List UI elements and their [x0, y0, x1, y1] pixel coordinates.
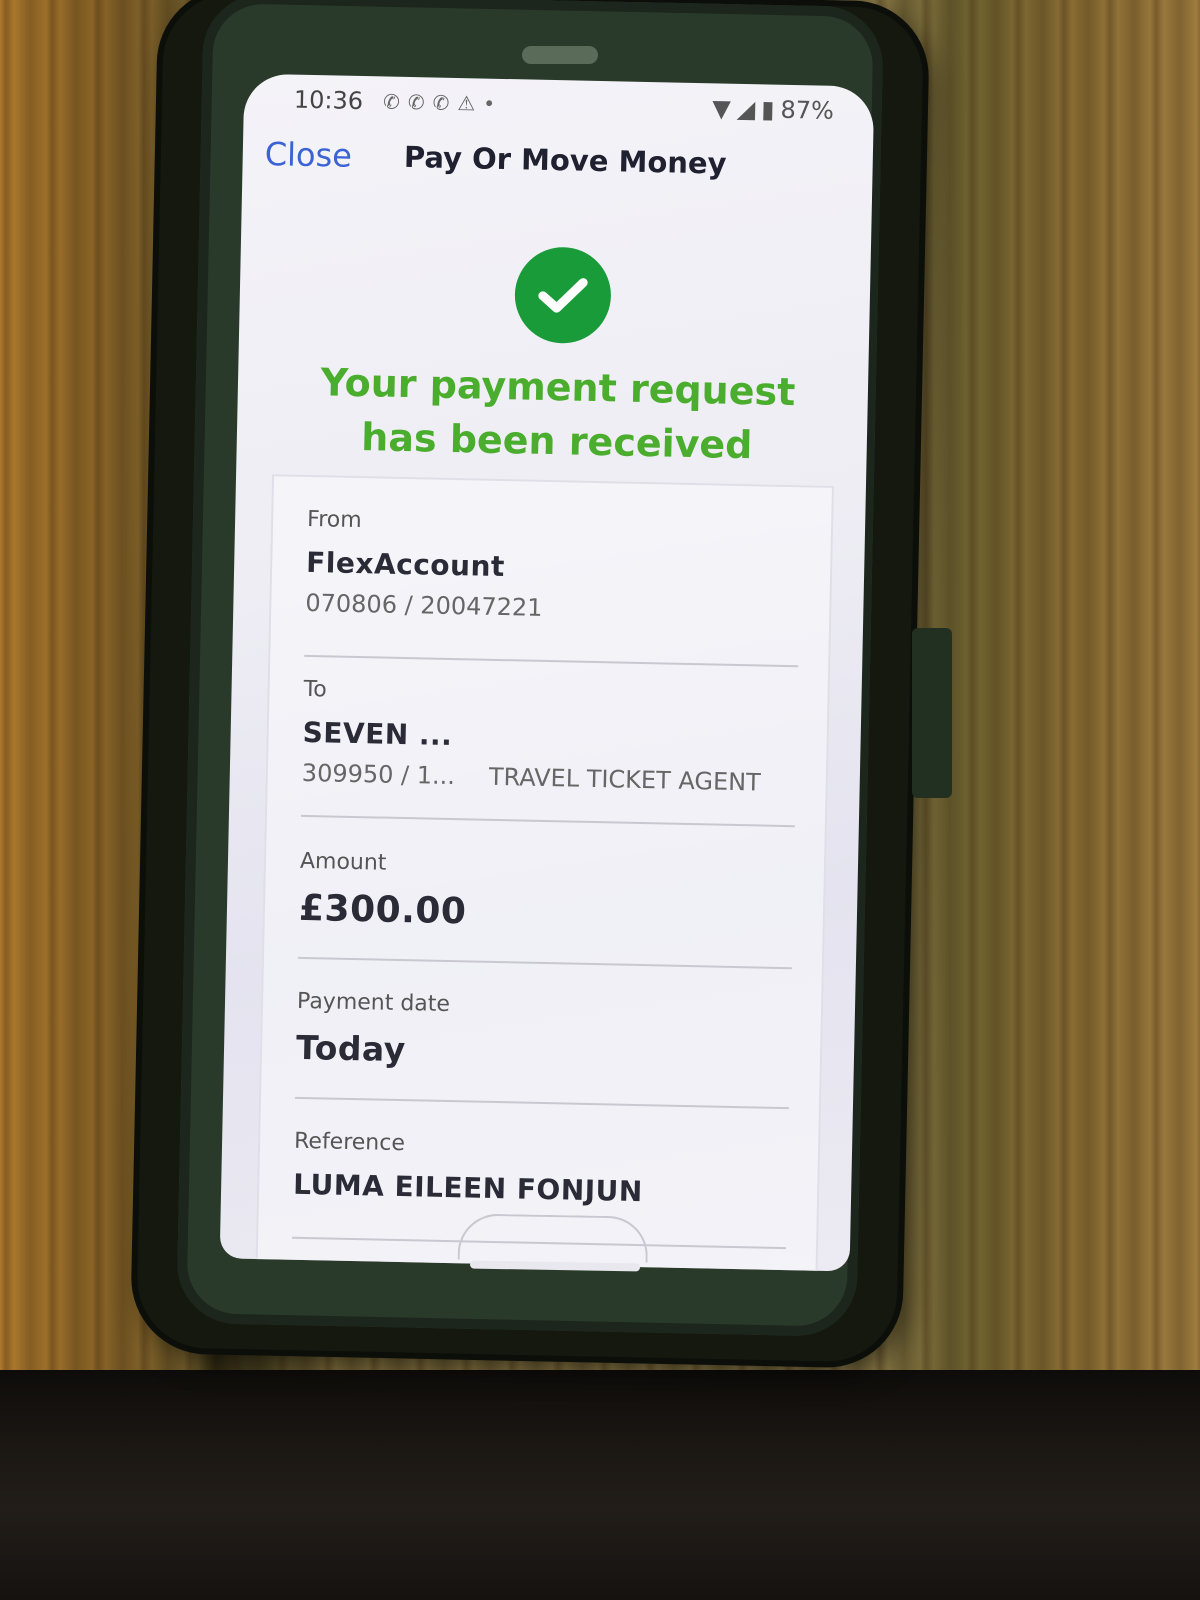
- amount-value: £300.00: [298, 887, 467, 933]
- battery-icon: ▮: [760, 95, 775, 124]
- notification-icons: ✆ ✆ ✆ ⚠ •: [383, 89, 496, 115]
- payee-description: TRAVEL TICKET AGENT: [488, 762, 762, 797]
- camera-notch-outline: [457, 1213, 649, 1263]
- from-field: From FlexAccount 070806 / 20047221: [304, 506, 802, 668]
- payee-number: 309950 / 1...: [301, 758, 456, 791]
- check-circle-icon: [513, 246, 612, 345]
- payment-date-value: Today: [295, 1027, 407, 1070]
- payment-date-label: Payment date: [296, 988, 451, 1018]
- reference-label: Reference: [293, 1128, 406, 1157]
- amount-field: Amount £300.00: [297, 848, 795, 970]
- close-button[interactable]: Close: [264, 135, 352, 175]
- reference-value: LUMA EILEEN FONJUN: [292, 1167, 644, 1209]
- payee-info-row: 309950 / 1... TRAVEL TICKET AGENT: [302, 759, 796, 797]
- table-edge: [0, 1370, 1200, 1600]
- status-time: 10:36: [293, 85, 364, 116]
- alert-icon: ⚠: [457, 91, 476, 116]
- signal-icon: ◢: [736, 94, 756, 124]
- to-field: To SEVEN ... 309950 / 1... TRAVEL TICKET…: [300, 676, 798, 828]
- amount-label: Amount: [299, 848, 387, 876]
- payment-date-field: Payment date Today: [295, 988, 792, 1110]
- phone-screen: 10:36 ✆ ✆ ✆ ⚠ • ▼ ◢ ▮ 87% Close Pay Or M…: [219, 73, 875, 1272]
- whatsapp-icon: ✆: [432, 90, 450, 115]
- whatsapp-icon: ✆: [407, 89, 425, 115]
- to-label: To: [303, 676, 328, 703]
- from-account-number-row: 070806 / 20047221: [305, 589, 799, 627]
- status-right: ▼ ◢ ▮ 87%: [712, 94, 834, 125]
- whatsapp-icon: ✆: [382, 89, 401, 114]
- payee-name: SEVEN ...: [302, 715, 453, 753]
- from-account-name: FlexAccount: [305, 545, 506, 584]
- from-account-number: 070806 / 20047221: [305, 588, 543, 622]
- dot-icon: •: [483, 91, 496, 116]
- phone-speaker: [522, 46, 598, 64]
- page-title: Pay Or Move Money: [403, 139, 727, 181]
- phone-side-button: [912, 628, 952, 798]
- from-label: From: [306, 506, 362, 534]
- nav-bar: Close Pay Or Move Money: [242, 129, 873, 192]
- battery-percent: 87%: [780, 95, 835, 125]
- wifi-icon: ▼: [712, 94, 732, 123]
- confirmation-message: Your payment request has been received: [276, 354, 838, 474]
- payment-details-card: From FlexAccount 070806 / 20047221 To SE…: [255, 474, 834, 1272]
